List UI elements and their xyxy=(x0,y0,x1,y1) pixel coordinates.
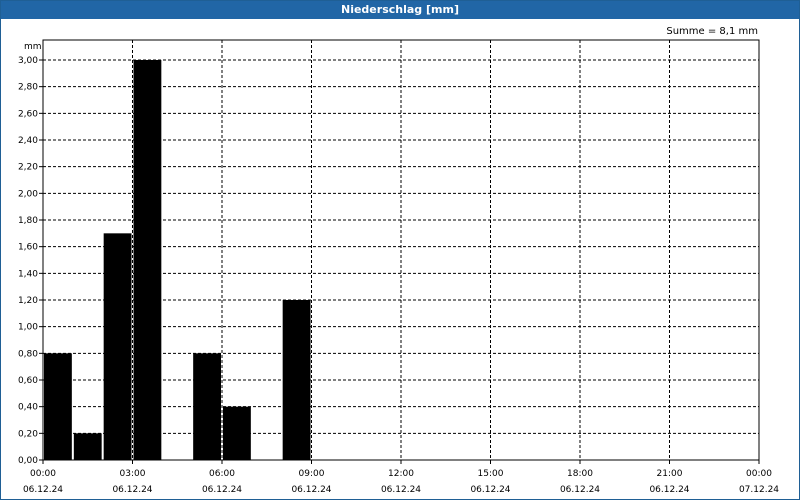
x-tick-date-label: 06.12.24 xyxy=(202,485,242,495)
bar xyxy=(73,433,102,460)
y-tick-label: 2,40 xyxy=(18,136,38,146)
y-tick-label: 0,60 xyxy=(18,376,38,386)
bar xyxy=(282,300,311,460)
x-tick-date-label: 06.12.24 xyxy=(23,485,63,495)
x-tick-date-label: 06.12.24 xyxy=(291,485,331,495)
y-tick-label: 0,80 xyxy=(18,349,38,359)
x-tick-date-label: 06.12.24 xyxy=(470,485,510,495)
x-tick-time-label: 21:00 xyxy=(657,469,683,479)
x-tick-date-label: 06.12.24 xyxy=(649,485,689,495)
precipitation-chart: mm 0,00 0,20 0,40 0,60 0,80 1,00 1,20 1,40 1,60 1… xyxy=(18,39,779,495)
x-tick-time-label: 00:00 xyxy=(30,469,56,479)
x-tick-time-label: 06:00 xyxy=(209,469,235,479)
y-tick-label: 2,60 xyxy=(18,109,38,119)
x-tick-time-label: 09:00 xyxy=(299,469,325,479)
y-tick-labels: 0,00 0,20 0,40 0,60 0,80 1,00 1,20 1,40 1,60 1,80… xyxy=(18,56,38,466)
y-tick-label: 2,20 xyxy=(18,163,38,173)
y-tick-label: 2,00 xyxy=(18,189,38,199)
y-tick-label: 1,20 xyxy=(18,296,38,306)
y-tick-label: 3,00 xyxy=(18,56,38,66)
x-tick-time-label: 00:00 xyxy=(746,469,772,479)
y-tick-label: 2,80 xyxy=(18,83,38,93)
x-tick-date-label: 06.12.24 xyxy=(381,485,421,495)
y-tick-label: 1,00 xyxy=(18,323,38,333)
bar xyxy=(133,60,162,460)
bars xyxy=(44,60,311,460)
y-tick-label: 1,40 xyxy=(18,269,38,279)
x-tick-date-label: 07.12.24 xyxy=(739,485,779,495)
bar xyxy=(193,353,221,460)
y-axis-unit: mm xyxy=(24,42,42,52)
y-tick-label: 1,80 xyxy=(18,216,38,226)
bar xyxy=(44,353,72,460)
x-tick-time-label: 03:00 xyxy=(120,469,146,479)
y-tick-label: 0,00 xyxy=(18,456,38,466)
x-tick-time-label: 12:00 xyxy=(388,469,414,479)
y-tick-label: 0,40 xyxy=(18,403,38,413)
y-tick-label: 1,60 xyxy=(18,243,38,253)
x-tick-date-label: 06.12.24 xyxy=(560,485,600,495)
x-tick-time-label: 18:00 xyxy=(567,469,593,479)
x-tick-labels: 00:00 06.12.24 03:00 06.12.24 06:00 06.12.24 0… xyxy=(23,469,779,495)
bar xyxy=(103,233,132,460)
bar xyxy=(223,406,251,460)
x-tick-time-label: 15:00 xyxy=(478,469,504,479)
x-tick-date-label: 06.12.24 xyxy=(112,485,152,495)
y-tick-label: 0,20 xyxy=(18,429,38,439)
